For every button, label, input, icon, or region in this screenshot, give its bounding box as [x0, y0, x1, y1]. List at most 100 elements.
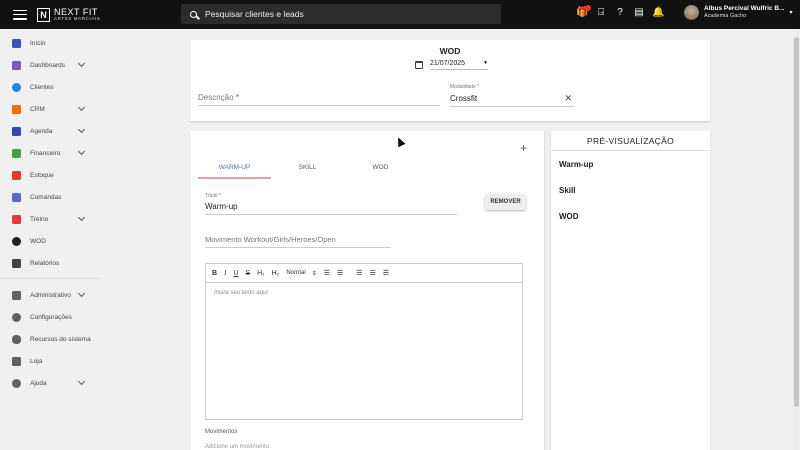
bold-icon[interactable]: B: [212, 270, 217, 277]
ordered-list-icon[interactable]: ☰: [324, 269, 330, 277]
tab-skill[interactable]: SKILL: [271, 159, 344, 179]
date-select[interactable]: 21/07/2025 ▼: [430, 60, 488, 70]
chevron-down-icon: [77, 147, 86, 156]
help-icon[interactable]: ?: [614, 7, 626, 19]
sidebar-item-treino[interactable]: Treino: [0, 210, 100, 228]
movimentos-label: Movimentos: [205, 429, 238, 435]
tab-warm-up[interactable]: WARM-UP: [198, 159, 271, 179]
chevron-down-icon: ▾: [789, 10, 793, 16]
sidebar-item-relatorios[interactable]: Relatórios: [0, 254, 100, 272]
add-movimento-input[interactable]: Adicione um movimento: [205, 444, 269, 450]
chevron-down-icon: [77, 103, 86, 112]
sidebar-item-dashboards[interactable]: Dashboards: [0, 56, 100, 74]
movimento-input[interactable]: Movimento Workout/Girls/Heroes/Open: [205, 235, 391, 248]
rte-content[interactable]: Insira seu texto aqui: [206, 283, 522, 303]
calendar-icon: [12, 126, 21, 136]
scroll-thumb[interactable]: [794, 37, 799, 407]
cart-icon: [12, 356, 21, 366]
avatar: [684, 5, 699, 20]
descricao-input[interactable]: Descrição *: [198, 93, 440, 106]
user-name: Albus Percival Wulfric B...: [704, 5, 785, 13]
search-input[interactable]: Pesquisar clientes e leads: [181, 4, 501, 24]
sidebar-item-crm[interactable]: CRM: [0, 100, 100, 118]
notification-dot: [585, 5, 591, 11]
money-icon: [12, 148, 21, 158]
section-tabs: WARM-UP SKILL WOD: [198, 159, 462, 179]
underline-icon[interactable]: U: [233, 270, 238, 277]
chat-icon[interactable]: ▤: [633, 7, 645, 19]
menu-icon[interactable]: [13, 9, 27, 20]
chart-icon: [12, 60, 21, 70]
descricao-required-mark: *: [235, 93, 239, 102]
user-menu[interactable]: Albus Percival Wulfric B... Academia Gac…: [684, 5, 792, 20]
descricao-label: Descrição: [198, 93, 234, 102]
remover-button[interactable]: REMOVER: [485, 194, 526, 210]
logo-sub-text: ARTES MARCIAIS: [54, 15, 101, 21]
sidebar-item-wod[interactable]: WOD: [0, 232, 100, 250]
chevron-down-icon: [77, 289, 86, 298]
modalidade-select[interactable]: Crossfit ✕: [450, 93, 574, 107]
titulo-input[interactable]: Warm-up: [205, 202, 457, 215]
cart-icon: [12, 192, 21, 202]
format-value: Normal: [286, 270, 306, 276]
heading1-icon[interactable]: H₁: [257, 270, 264, 277]
italic-icon[interactable]: I: [224, 269, 226, 277]
sidebar-item-loja[interactable]: Loja: [0, 352, 100, 370]
titulo-label: Título *: [205, 193, 221, 199]
heading2-icon[interactable]: H₂: [272, 270, 280, 277]
align-icon[interactable]: ☰: [383, 269, 389, 277]
sidebar-item-administrativo[interactable]: Administrativo: [0, 286, 100, 304]
toggle-icon: [12, 334, 21, 344]
sidebar-item-estoque[interactable]: Estoque: [0, 166, 100, 184]
add-section-icon[interactable]: +: [520, 141, 527, 155]
sidebar-item-recursos[interactable]: Recursos do sistema: [0, 330, 100, 348]
preview-card: PRÉ-VISUALIZAÇÃO Warm-up Skill WOD: [551, 131, 710, 450]
format-select[interactable]: Normal ⇕: [286, 270, 316, 277]
gear-icon: [12, 312, 21, 322]
help-icon: [12, 378, 21, 388]
chevron-down-icon: ▼: [483, 60, 488, 66]
sidebar-item-financeiro[interactable]: Financeiro: [0, 144, 100, 162]
chevron-updown-icon: ⇕: [311, 270, 317, 277]
home-icon: [12, 38, 21, 48]
page-title: WOD: [439, 46, 461, 56]
search-placeholder: Pesquisar clientes e leads: [205, 9, 304, 19]
outdent-icon[interactable]: ☰: [370, 269, 376, 277]
cart-icon: [12, 170, 21, 180]
tab-wod[interactable]: WOD: [344, 159, 417, 179]
chevron-down-icon: [77, 377, 86, 386]
indent-icon[interactable]: ☰: [356, 269, 362, 277]
user-academy: Academia Gacho: [704, 13, 747, 20]
gift-icon[interactable]: 🎁: [576, 5, 591, 19]
strikethrough-icon[interactable]: S: [245, 270, 250, 277]
modalidade-value: Crossfit: [450, 94, 478, 103]
id-card-icon: [12, 290, 21, 300]
kettlebell-icon: [12, 236, 21, 246]
logo[interactable]: N NEXT FIT ARTES MARCIAIS: [37, 7, 101, 22]
sidebar-divider: [0, 278, 100, 279]
bullet-list-icon[interactable]: ☰: [337, 269, 343, 277]
wod-header-card: WOD 21/07/2025 ▼ Descrição * Modalidade …: [190, 40, 710, 121]
scrollbar[interactable]: [793, 29, 800, 450]
wod-editor-card: + WARM-UP SKILL WOD Título * Warm-up REM…: [190, 131, 544, 450]
bell-icon[interactable]: 🔔: [652, 7, 664, 19]
sidebar-item-inicio[interactable]: Início: [0, 34, 100, 52]
close-icon[interactable]: ✕: [564, 93, 572, 104]
sidebar-item-clientes[interactable]: Clientes: [0, 78, 100, 96]
sidebar-item-configuracoes[interactable]: Configurações: [0, 308, 100, 326]
preview-title: PRÉ-VISUALIZAÇÃO: [587, 136, 674, 146]
sidebar-item-agenda[interactable]: Agenda: [0, 122, 100, 140]
chevron-down-icon: [77, 59, 86, 68]
top-bar: N NEXT FIT ARTES MARCIAIS Pesquisar clie…: [0, 0, 800, 29]
search-icon: [190, 10, 197, 18]
preview-divider: [551, 150, 710, 151]
logo-mark: N: [37, 7, 50, 22]
report-icon: [12, 258, 21, 268]
sidebar: Início Dashboards Clientes CRM Agenda Fi…: [0, 29, 102, 450]
sidebar-item-ajuda[interactable]: Ajuda: [0, 374, 100, 392]
rich-text-editor: B I U S H₁ H₂ Normal ⇕ ☰ ☰ ☰ ☰ ☰ Insira s…: [205, 263, 523, 420]
sidebar-item-comandas[interactable]: Comandas: [0, 188, 100, 206]
people-icon: [12, 82, 21, 92]
calendar-icon[interactable]: [415, 61, 423, 69]
exit-door-icon[interactable]: ⍈: [595, 7, 607, 19]
